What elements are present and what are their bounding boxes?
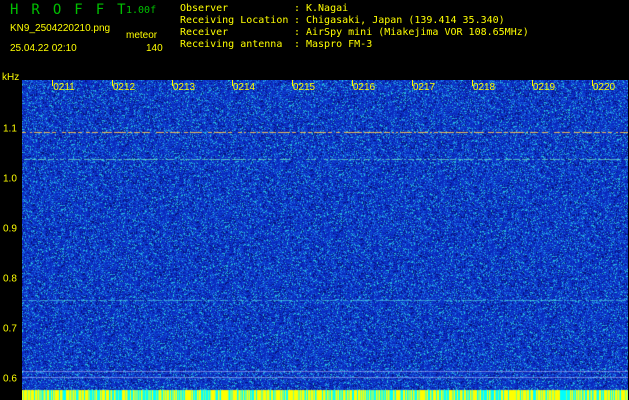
info-row-location: Receiving Location: Chigasaki, Japan (139…: [180, 15, 505, 26]
y-tick: 1.1: [3, 123, 17, 135]
datetime-label: 25.04.22 02:10: [10, 43, 77, 54]
x-tick-label: 0217: [412, 82, 436, 93]
x-tick-label: 0219: [532, 82, 556, 93]
x-tick-label: 0218: [472, 82, 496, 93]
x-tick-label: 0220: [592, 82, 616, 93]
x-tick-label: 0211: [53, 82, 75, 93]
y-axis-unit: kHz: [2, 72, 20, 83]
filename-label: KN9_2504220210.png: [10, 23, 111, 34]
x-tick-label: 0216: [352, 82, 376, 93]
y-tick: 0.7: [3, 323, 17, 335]
x-tick-label: 0212: [112, 82, 136, 93]
version-label: 1.00f: [126, 5, 157, 16]
app-title: HROFFT: [10, 2, 139, 18]
y-tick: 0.9: [3, 223, 17, 235]
header-left: HROFFT 1.00f KN9_2504220210.png meteor 2…: [6, 2, 166, 62]
spectrogram-canvas: [22, 80, 628, 400]
meteor-label: meteor: [126, 30, 158, 41]
station-info: Observer: K.Nagai Receiving Location: Chig…: [180, 3, 529, 51]
info-row-antenna: Receiving antenna: Maspro FM-3: [180, 39, 373, 50]
y-tick: 0.8: [3, 273, 17, 285]
x-tick-label: 0215: [292, 82, 316, 93]
y-tick: 1.0: [3, 173, 17, 185]
y-tick: 0.6: [3, 373, 17, 385]
meteor-count: 140: [146, 43, 163, 54]
x-tick-label: 0213: [172, 82, 196, 93]
x-tick-label: 0214: [232, 82, 256, 93]
info-row-receiver: Receiver: AirSpy mini (Miakejima VOR 108.…: [180, 27, 529, 38]
info-row-observer: Observer: K.Nagai: [180, 3, 349, 14]
